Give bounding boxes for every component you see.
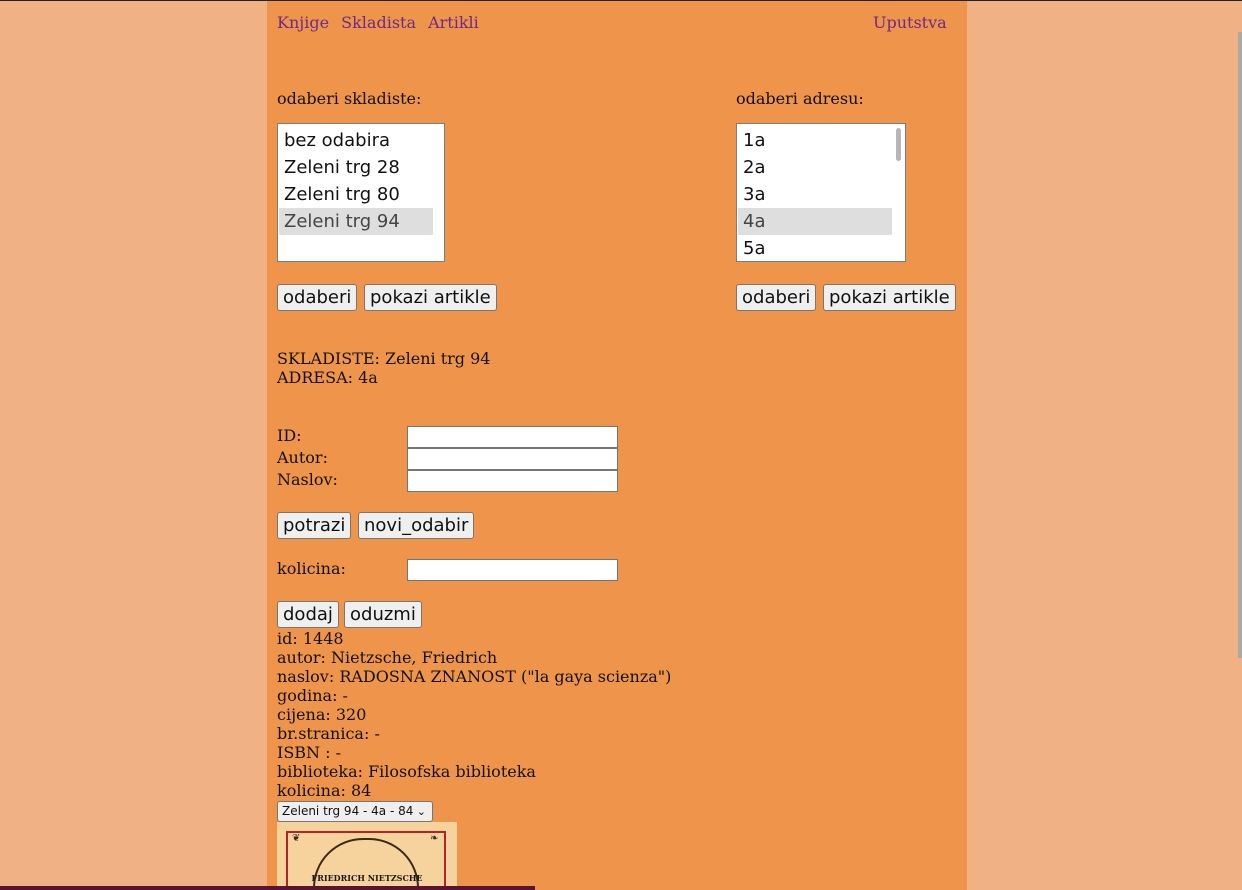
current-selection: SKLADISTE: Zeleni trg 94 ADRESA: 4a — [277, 349, 490, 387]
article-godina: godina: - — [277, 686, 348, 705]
warehouse-choose-button[interactable]: odaberi — [277, 284, 358, 311]
main-content: Knjige Skladista Artikli Uputstva odaber… — [267, 1, 967, 890]
warehouse-listbox[interactable]: bez odabira Zeleni trg 28 Zeleni trg 80 … — [277, 123, 445, 262]
address-scrollbar[interactable] — [896, 128, 901, 161]
current-address: ADRESA: 4a — [277, 368, 378, 387]
address-option[interactable]: 2a — [738, 154, 892, 181]
nav-link-uputstva[interactable]: Uputstva — [873, 13, 947, 32]
article-stranica: br.stranica: - — [277, 724, 380, 743]
address-option-selected[interactable]: 4a — [738, 208, 892, 235]
id-field[interactable] — [407, 426, 618, 448]
id-label: ID: — [277, 426, 302, 445]
article-biblioteka: biblioteka: Filosofska biblioteka — [277, 762, 536, 781]
warehouse-option[interactable]: bez odabira — [279, 127, 433, 154]
ornament-icon: ❦ — [292, 833, 301, 844]
nav-link-skladista[interactable]: Skladista — [341, 13, 416, 32]
autor-field[interactable] — [407, 448, 618, 470]
ornament-icon: ❧ — [430, 833, 439, 844]
article-autor: autor: Nietzsche, Friedrich — [277, 648, 498, 667]
remove-button[interactable]: oduzmi — [344, 601, 422, 628]
article-naslov: naslov: RADOSNA ZNANOST ("la gaya scienz… — [277, 667, 672, 686]
nav-link-knjige[interactable]: Knjige — [277, 13, 329, 32]
address-option[interactable]: 3a — [738, 181, 892, 208]
address-option[interactable]: 1a — [738, 127, 892, 154]
article-id: id: 1448 — [277, 629, 344, 648]
quantity-field[interactable] — [407, 559, 618, 581]
article-kolicina: kolicina: 84 — [277, 781, 372, 800]
naslov-field[interactable] — [407, 470, 618, 492]
warehouse-label: odaberi skladiste: — [277, 89, 422, 108]
address-label: odaberi adresu: — [736, 89, 864, 108]
cover-title: FRIEDRICH NIETZSCHE — [311, 873, 423, 883]
article-isbn: ISBN : - — [277, 743, 342, 762]
add-button[interactable]: dodaj — [277, 601, 339, 628]
quantity-label: kolicina: — [277, 559, 346, 578]
search-button[interactable]: potrazi — [277, 512, 352, 539]
page-scrollbar[interactable] — [1238, 32, 1242, 658]
nav-link-artikli[interactable]: Artikli — [428, 13, 479, 32]
autor-label: Autor: — [277, 448, 328, 467]
article-details: id: 1448 autor: Nietzsche, Friedrich nas… — [277, 629, 671, 800]
address-choose-button[interactable]: odaberi — [736, 284, 817, 311]
address-show-articles-button[interactable]: pokazi artikle — [823, 284, 956, 311]
warehouse-option-selected[interactable]: Zeleni trg 94 — [279, 208, 433, 235]
address-listbox[interactable]: 1a 2a 3a 4a 5a — [736, 123, 906, 262]
book-cover-image: ❦ ❧ FRIEDRICH NIETZSCHE — [277, 822, 457, 890]
current-warehouse: SKLADISTE: Zeleni trg 94 — [277, 349, 491, 368]
naslov-label: Naslov: — [277, 470, 338, 489]
nav-menu: Knjige Skladista Artikli — [277, 13, 486, 32]
warehouse-option[interactable]: Zeleni trg 80 — [279, 181, 433, 208]
taskbar-strip — [0, 886, 535, 890]
location-select-value: Zeleni trg 94 - 4a - 84 — [282, 804, 414, 818]
address-option[interactable]: 5a — [738, 235, 892, 261]
chevron-down-icon: ⌄ — [416, 805, 426, 818]
article-cijena: cijena: 320 — [277, 705, 367, 724]
warehouse-option[interactable]: Zeleni trg 28 — [279, 154, 433, 181]
location-select[interactable]: Zeleni trg 94 - 4a - 84 ⌄ — [277, 801, 433, 822]
new-selection-button[interactable]: novi_odabir — [358, 512, 475, 539]
warehouse-show-articles-button[interactable]: pokazi artikle — [364, 284, 497, 311]
